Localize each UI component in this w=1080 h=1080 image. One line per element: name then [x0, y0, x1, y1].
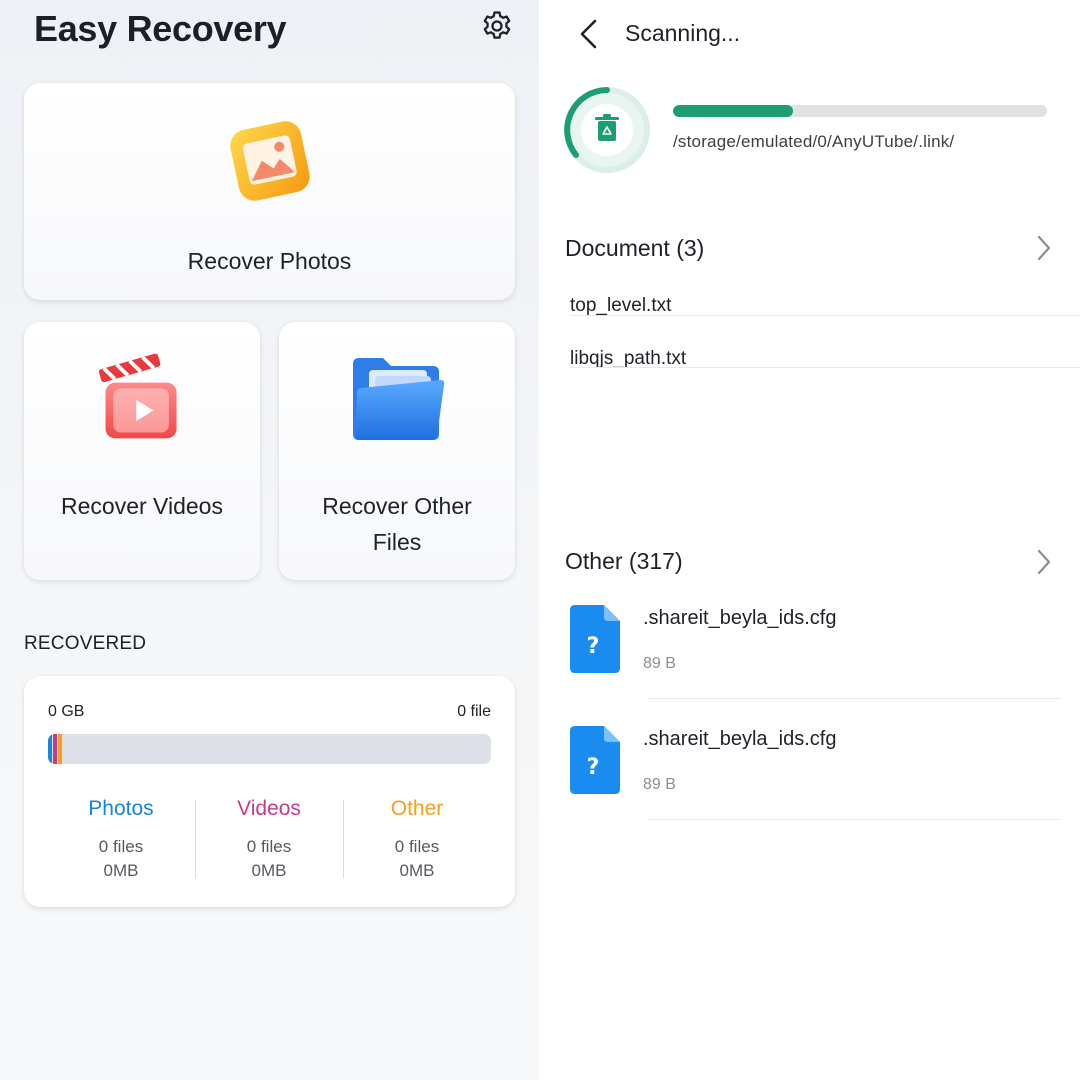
back-arrow-icon[interactable] — [577, 18, 599, 50]
other-stat-title: Other — [390, 797, 444, 820]
file-size: 89 B — [643, 655, 676, 672]
recover-videos-card[interactable]: Recover Videos — [24, 322, 260, 580]
svg-text:?: ? — [587, 755, 600, 780]
file-size: 89 B — [643, 776, 676, 793]
chevron-right-icon[interactable] — [1035, 548, 1053, 576]
photos-stat[interactable]: Photos 0 files 0MB — [47, 796, 195, 883]
recover-other-files-card[interactable]: Recover Other Files — [279, 322, 515, 580]
divider — [647, 698, 1061, 699]
recovered-section-title: RECOVERED — [24, 633, 147, 654]
file-name: .shareit_beyla_ids.cfg — [643, 728, 837, 750]
recovered-summary-panel: 0 GB 0 file Photos 0 files 0MB Videos 0 … — [24, 676, 515, 907]
recycle-bin-icon — [564, 87, 650, 173]
scan-progress-fill — [673, 105, 793, 117]
divider — [570, 315, 1080, 316]
file-name: .shareit_beyla_ids.cfg — [643, 607, 837, 629]
other-stat-files: 0 files — [394, 837, 440, 856]
unknown-file-icon: ? — [570, 726, 620, 794]
videos-stat-size: 0MB — [251, 861, 287, 880]
gear-icon[interactable] — [480, 9, 514, 43]
recover-photos-card[interactable]: Recover Photos — [24, 83, 515, 300]
other-stat-size: 0MB — [399, 861, 435, 880]
divider — [647, 819, 1061, 820]
divider — [570, 367, 1080, 368]
chevron-right-icon[interactable] — [1035, 234, 1053, 262]
other-stat[interactable]: Other 0 files 0MB — [343, 796, 491, 883]
home-screen: Easy Recovery Recover Photos Recover Vid… — [0, 0, 539, 1080]
photos-stat-title: Photos — [88, 797, 154, 820]
photos-stat-size: 0MB — [103, 861, 139, 880]
photo-icon — [230, 121, 310, 201]
svg-text:?: ? — [587, 634, 600, 659]
app-title: Easy Recovery — [34, 8, 287, 49]
clapperboard-icon — [98, 353, 177, 439]
folder-icon — [353, 358, 445, 440]
recovered-total-files: 0 file — [457, 703, 491, 720]
scanning-screen: Scanning... /storage/emulated/0/AnyUTube… — [539, 0, 1080, 1080]
scan-progress-bar — [673, 105, 1047, 117]
recover-other-files-label: Recover Other Files — [322, 493, 472, 555]
videos-segment — [53, 734, 57, 764]
storage-usage-bar — [48, 734, 491, 764]
videos-stat[interactable]: Videos 0 files 0MB — [195, 796, 343, 883]
other-section-title[interactable]: Other (317) — [565, 548, 683, 575]
recover-photos-label: Recover Photos — [187, 248, 352, 274]
scanning-title: Scanning... — [625, 20, 741, 46]
unknown-file-icon: ? — [570, 605, 620, 673]
list-item[interactable]: top_level.txt — [570, 295, 671, 317]
videos-stat-files: 0 files — [246, 837, 292, 856]
photos-segment — [48, 734, 52, 764]
scan-path: /storage/emulated/0/AnyUTube/.link/ — [673, 132, 955, 151]
videos-stat-title: Videos — [237, 797, 301, 820]
recover-videos-label: Recover Videos — [61, 493, 223, 519]
document-section-title[interactable]: Document (3) — [565, 235, 704, 262]
other-segment — [58, 734, 62, 764]
recovered-total-size: 0 GB — [48, 703, 85, 720]
photos-stat-files: 0 files — [98, 837, 144, 856]
